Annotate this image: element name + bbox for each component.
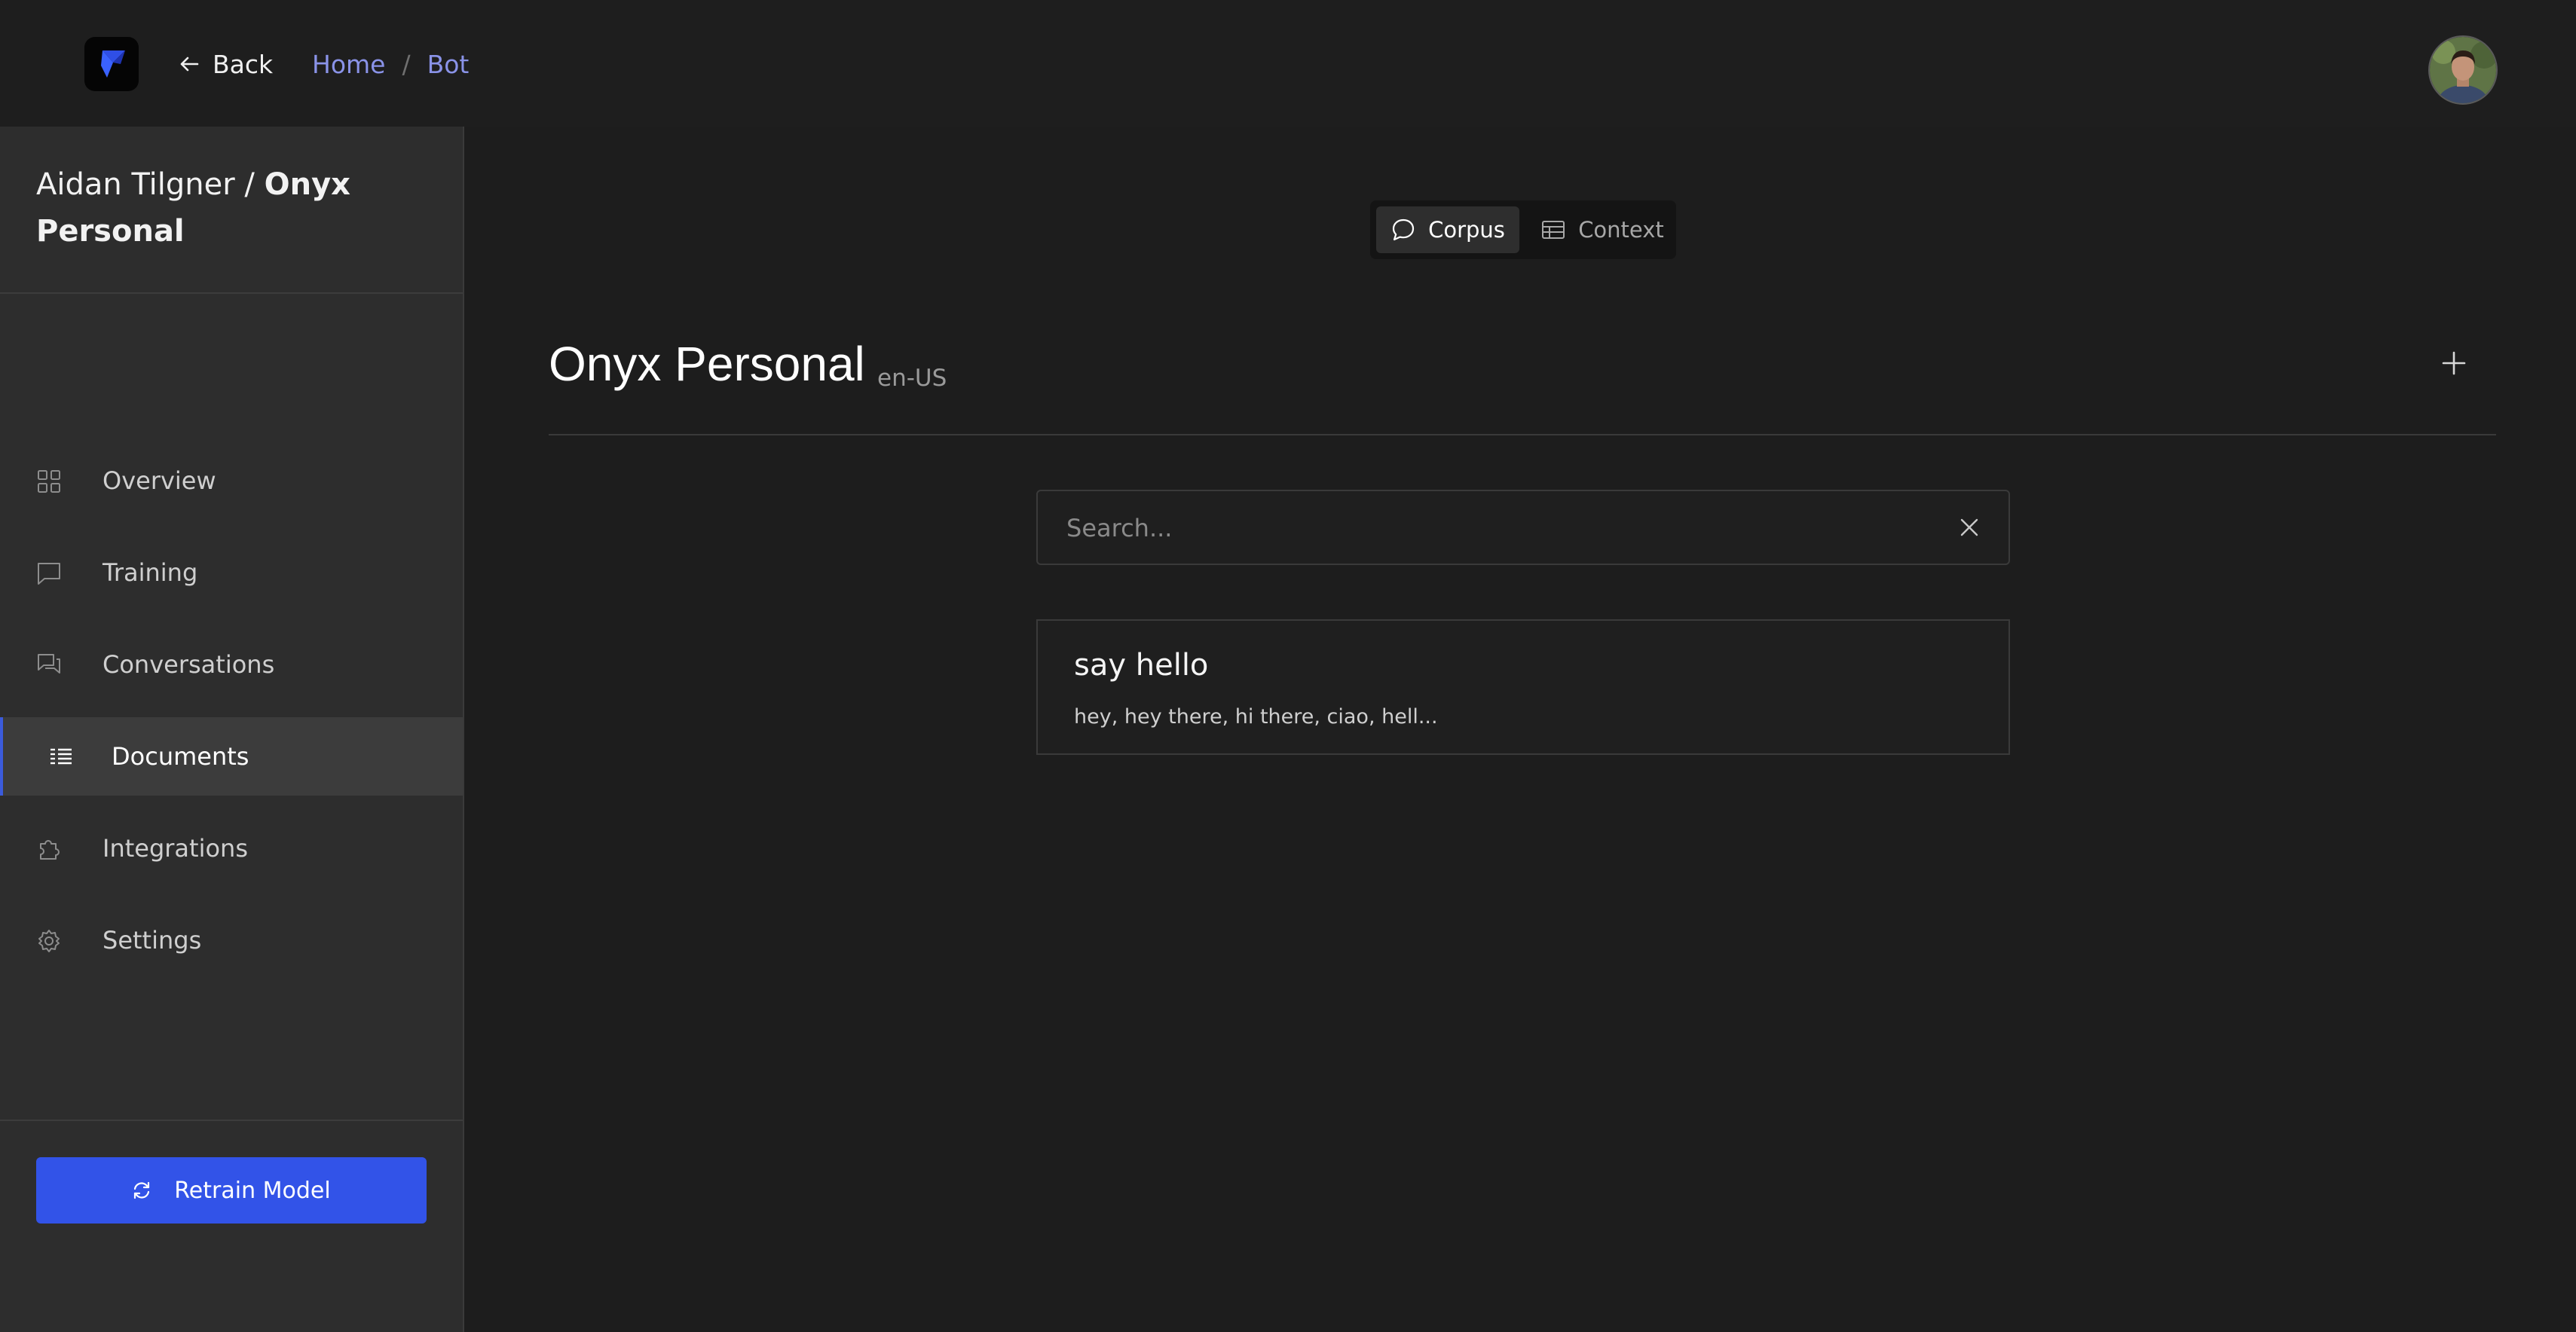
logo-mark-icon xyxy=(101,50,125,78)
tab-context-label: Context xyxy=(1578,217,1664,243)
tab-corpus-label: Corpus xyxy=(1428,217,1505,243)
top-bar: Back Home / Bot xyxy=(0,0,2576,127)
tab-context[interactable]: Context xyxy=(1536,206,1669,253)
sidebar-item-label: Overview xyxy=(102,466,216,495)
gear-icon xyxy=(38,930,60,952)
search-input[interactable] xyxy=(1065,491,1935,565)
retrain-model-button[interactable]: Retrain Model xyxy=(36,1157,427,1224)
document-preview: hey, hey there, hi there, ciao, hell... xyxy=(1074,705,1438,729)
sidebar-item-settings[interactable]: Settings xyxy=(0,901,463,979)
breadcrumb: Home / Bot xyxy=(312,45,469,83)
refresh-icon xyxy=(134,1181,150,1199)
avatar-photo xyxy=(2430,37,2496,103)
message-square-icon xyxy=(38,563,60,585)
close-icon[interactable] xyxy=(1957,515,1981,539)
table-icon xyxy=(1542,221,1565,239)
sidebar-nav: Overview Training Conversations Document… xyxy=(0,441,463,993)
sidebar-item-label: Conversations xyxy=(102,650,275,679)
project-separator: / xyxy=(244,167,255,202)
document-title: say hello xyxy=(1074,648,1209,683)
sidebar-item-documents[interactable]: Documents xyxy=(0,717,463,796)
sidebar: Aidan Tilgner / Onyx Personal Overview T… xyxy=(0,127,464,1332)
back-label: Back xyxy=(213,49,274,79)
sidebar-item-integrations[interactable]: Integrations xyxy=(0,809,463,887)
sidebar-item-label: Training xyxy=(102,558,198,587)
messages-icon xyxy=(38,654,60,674)
title-divider xyxy=(549,434,2496,435)
user-avatar[interactable] xyxy=(2428,35,2498,105)
breadcrumb-home[interactable]: Home xyxy=(312,50,385,79)
sidebar-item-label: Documents xyxy=(112,742,249,771)
breadcrumb-bot[interactable]: Bot xyxy=(427,50,470,79)
project-heading: Aidan Tilgner / Onyx Personal xyxy=(36,161,428,255)
arrow-left-icon xyxy=(180,57,199,72)
sidebar-item-conversations[interactable]: Conversations xyxy=(0,625,463,704)
search-box xyxy=(1036,490,2010,565)
sidebar-item-label: Settings xyxy=(102,926,202,955)
locale-label: en-US xyxy=(877,365,947,392)
app-logo[interactable] xyxy=(84,37,139,91)
add-icon[interactable] xyxy=(2439,348,2469,378)
page-title: Onyx Personal xyxy=(549,337,865,391)
sidebar-item-training[interactable]: Training xyxy=(0,533,463,612)
breadcrumb-separator: / xyxy=(402,49,411,79)
view-toggle: Corpus Context xyxy=(1370,200,1676,259)
tab-corpus[interactable]: Corpus xyxy=(1376,206,1519,253)
sidebar-item-overview[interactable]: Overview xyxy=(0,441,463,520)
grid-icon xyxy=(38,470,60,493)
puzzle-icon xyxy=(40,840,60,860)
back-button[interactable]: Back xyxy=(179,45,273,83)
list-icon xyxy=(50,748,72,765)
sidebar-divider xyxy=(0,292,463,294)
owner-name: Aidan Tilgner xyxy=(36,167,235,202)
chat-bubble-icon xyxy=(1392,218,1415,241)
sidebar-divider xyxy=(0,1120,463,1121)
sidebar-item-label: Integrations xyxy=(102,834,248,863)
retrain-label: Retrain Model xyxy=(174,1177,331,1204)
document-card[interactable]: say hello hey, hey there, hi there, ciao… xyxy=(1036,619,2010,755)
